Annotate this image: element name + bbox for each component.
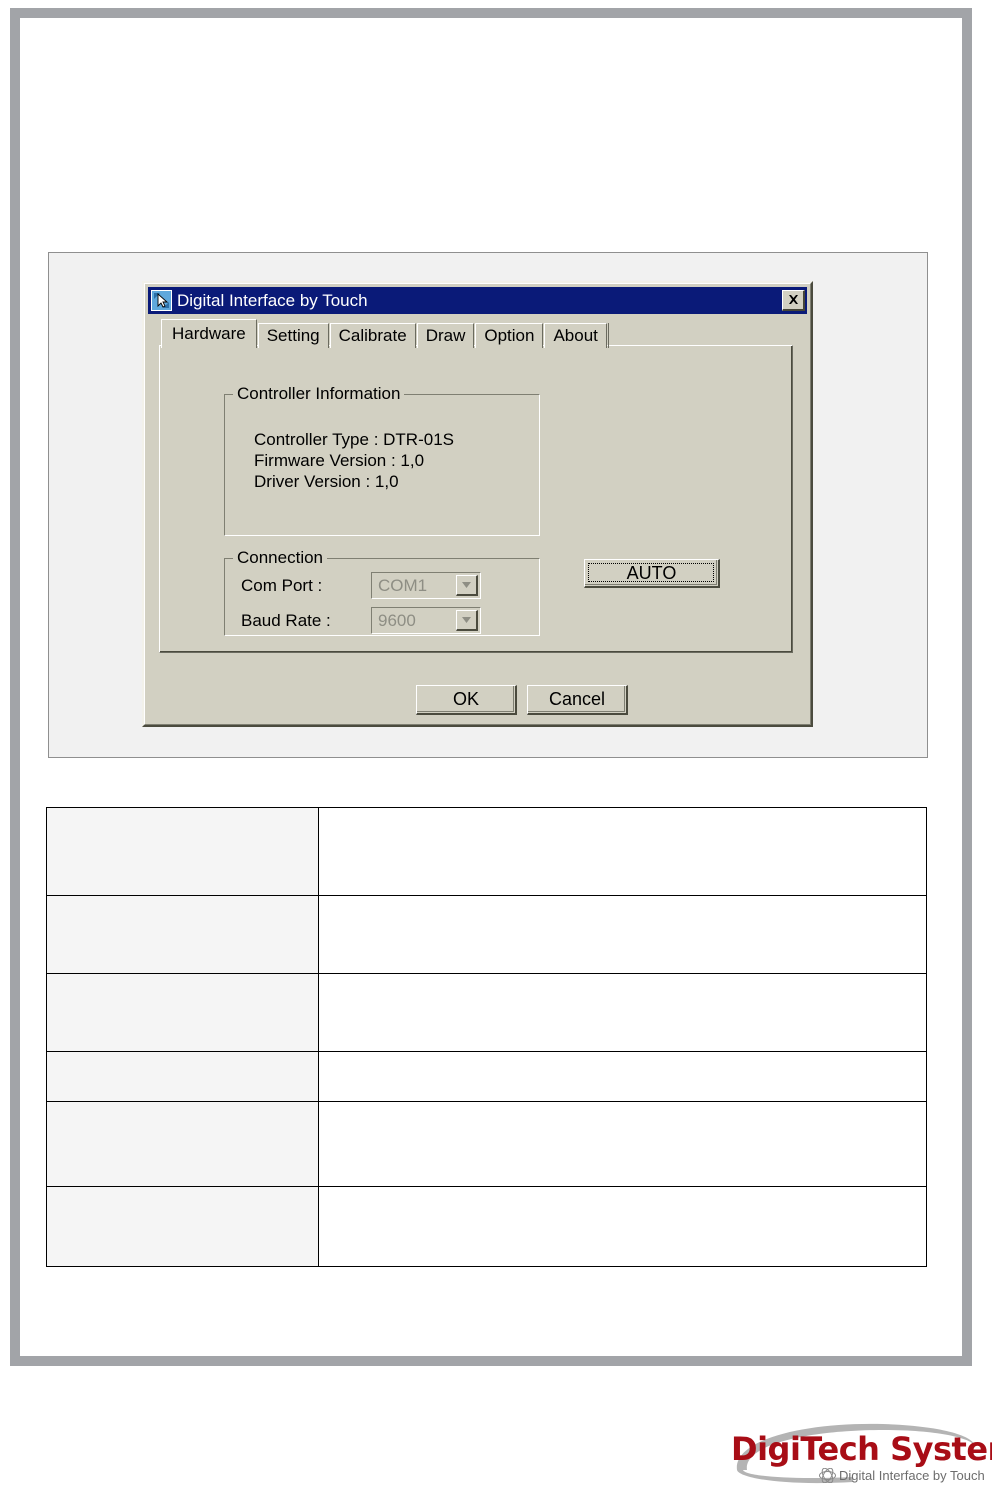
- tab-option[interactable]: Option: [475, 323, 544, 348]
- tab-about-label: About: [553, 326, 598, 345]
- cancel-button-label: Cancel: [548, 689, 606, 709]
- touch-cursor-icon: [151, 290, 172, 311]
- baud-rate-value: 9600: [378, 610, 416, 630]
- ok-button[interactable]: OK: [416, 685, 517, 715]
- table-cell-value: [318, 1051, 927, 1102]
- close-icon[interactable]: [782, 290, 805, 311]
- controller-information-title: Controller Information: [233, 384, 405, 404]
- baud-rate-row: Baud Rate : 9600: [241, 607, 481, 634]
- table-row: [46, 1051, 927, 1102]
- controller-information-text: Controller Type : DTR-01S Firmware Versi…: [254, 429, 454, 492]
- table-row: [46, 1186, 927, 1267]
- table-cell-label: [46, 895, 319, 974]
- logo-tagline-wrap: Digital Interface by Touch: [819, 1468, 985, 1483]
- table-cell-value: [318, 807, 927, 896]
- table-cell-value: [318, 1186, 927, 1267]
- atom-mark-icon: [819, 1468, 836, 1483]
- table-row: [46, 1101, 927, 1187]
- tab-hardware[interactable]: Hardware: [161, 319, 257, 348]
- table-row: [46, 895, 927, 974]
- tab-calibrate[interactable]: Calibrate: [329, 323, 416, 348]
- screenshot-container: Digital Interface by Touch Hardware Sett…: [48, 252, 928, 758]
- baud-rate-select[interactable]: 9600: [371, 607, 481, 634]
- tab-setting-label: Setting: [266, 326, 320, 345]
- controller-type-line: Controller Type : DTR-01S: [254, 430, 454, 449]
- tab-option-label: Option: [484, 326, 535, 345]
- content-table: [46, 807, 927, 1267]
- driver-version-line: Driver Version : 1,0: [254, 472, 399, 491]
- com-port-select[interactable]: COM1: [371, 572, 481, 599]
- controller-information-group: Controller Information Controller Type :…: [224, 384, 540, 536]
- tab-strip: Hardware Setting Calibrate Draw Option A…: [161, 319, 609, 348]
- ok-button-label: OK: [452, 689, 479, 709]
- table-cell-value: [318, 895, 927, 974]
- com-port-value: COM1: [378, 575, 428, 595]
- tab-calibrate-label: Calibrate: [338, 326, 407, 345]
- table-cell-label: [46, 973, 319, 1052]
- table-cell-value: [318, 1101, 927, 1187]
- table-cell-value: [318, 973, 927, 1052]
- tab-strip-end-divider: [607, 323, 609, 348]
- com-port-label: Com Port :: [241, 575, 323, 595]
- dialog-title: Digital Interface by Touch: [177, 290, 368, 310]
- tab-content-panel: Controller Information Controller Type :…: [159, 345, 793, 653]
- chevron-down-icon[interactable]: [456, 610, 478, 631]
- tab-about[interactable]: About: [544, 323, 607, 348]
- auto-button-label: AUTO: [626, 562, 677, 583]
- tab-setting[interactable]: Setting: [257, 323, 329, 348]
- digitech-systems-logo: DigiTech Systems Digital Interface by To…: [723, 1418, 992, 1490]
- connection-group: Connection Com Port : COM1 Baud Rate : 9…: [224, 548, 540, 636]
- table-cell-label: [46, 1186, 319, 1267]
- table-cell-label: [46, 807, 319, 896]
- cancel-button[interactable]: Cancel: [527, 685, 628, 715]
- table-row: [46, 973, 927, 1052]
- table-cell-label: [46, 1101, 319, 1187]
- chevron-down-icon[interactable]: [456, 575, 478, 596]
- tab-draw[interactable]: Draw: [416, 323, 475, 348]
- com-port-row: Com Port : COM1: [241, 572, 481, 599]
- connection-title: Connection: [233, 548, 328, 568]
- firmware-version-line: Firmware Version : 1,0: [254, 451, 425, 470]
- tab-draw-label: Draw: [425, 326, 466, 345]
- dialog-window: Digital Interface by Touch Hardware Sett…: [142, 281, 813, 727]
- table-row: [46, 807, 927, 896]
- dialog-title-bar[interactable]: Digital Interface by Touch: [148, 287, 807, 314]
- logo-tagline: Digital Interface by Touch: [839, 1468, 985, 1483]
- baud-rate-label: Baud Rate :: [241, 610, 331, 630]
- logo-title: DigiTech Systems: [731, 1430, 992, 1468]
- auto-button[interactable]: AUTO: [584, 559, 720, 588]
- table-cell-label: [46, 1051, 319, 1102]
- tab-hardware-label: Hardware: [172, 324, 246, 343]
